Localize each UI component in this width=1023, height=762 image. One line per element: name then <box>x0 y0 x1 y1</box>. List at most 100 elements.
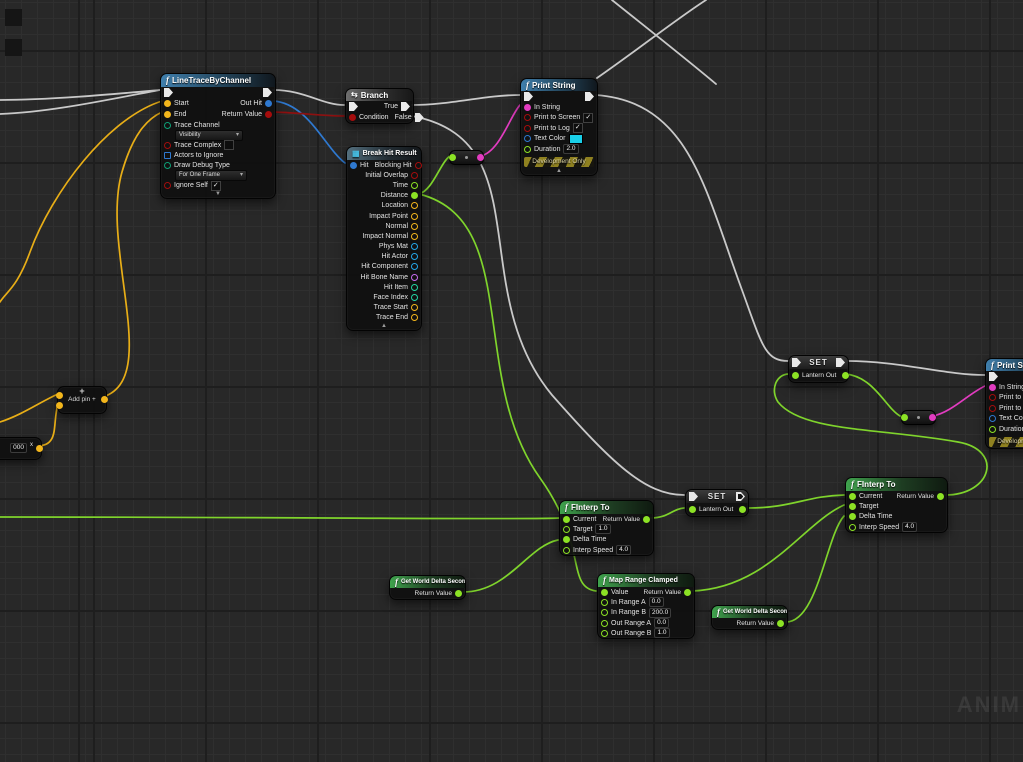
node-branch[interactable]: ⇆ Branch True Condition False <box>345 88 414 124</box>
trace-complex-checkbox[interactable] <box>224 140 234 150</box>
add-output-pin[interactable] <box>101 396 108 403</box>
hit-pin[interactable] <box>350 162 357 169</box>
duration-input[interactable]: 2.0 <box>563 144 578 154</box>
draw-debug-type-pin[interactable] <box>164 162 171 169</box>
interp-speed-pin[interactable] <box>849 524 856 531</box>
node-get-world-delta-seconds-1[interactable]: f Get World Delta Seconds Return Value <box>389 575 466 600</box>
current-pin[interactable] <box>849 493 856 500</box>
ignore-self-checkbox[interactable]: ✓ <box>211 181 221 191</box>
end-pin[interactable] <box>164 111 171 118</box>
target-input[interactable]: 1.0 <box>595 524 610 534</box>
target-pin[interactable] <box>563 526 570 533</box>
lantern-out-out-pin[interactable] <box>739 506 746 513</box>
condition-pin[interactable] <box>349 114 356 121</box>
exec-in-pin[interactable] <box>349 102 358 111</box>
in-range-b-input[interactable]: 200.0 <box>649 608 671 618</box>
hit-bone-name-pin[interactable] <box>411 274 418 281</box>
node-finterp-to-2[interactable]: f FInterp To Current Return Value Target… <box>845 477 948 533</box>
node-break-hit-result[interactable]: ▦ Break Hit Result Hit Blocking Hit Init… <box>346 146 422 331</box>
duration-pin[interactable] <box>989 426 996 433</box>
multiply-value-input[interactable]: 000 <box>10 443 27 453</box>
impact-point-pin[interactable] <box>411 213 418 220</box>
exec-in-pin[interactable] <box>792 358 801 367</box>
node-get-world-delta-seconds-2[interactable]: f Get World Delta Seconds Return Value <box>711 605 788 630</box>
node-line-trace-by-channel[interactable]: f LineTraceByChannel Start Out Hit End R… <box>160 73 276 199</box>
out-range-a-pin[interactable] <box>601 620 608 627</box>
node-print-string-1[interactable]: f Print String In String Print to Screen… <box>520 78 598 176</box>
in-range-b-pin[interactable] <box>601 609 608 616</box>
interp-speed-input[interactable]: 4.0 <box>616 545 631 555</box>
blueprint-graph-canvas[interactable]: f LineTraceByChannel Start Out Hit End R… <box>0 0 1023 762</box>
exec-in-pin[interactable] <box>989 372 998 381</box>
exec-in-pin[interactable] <box>689 492 698 501</box>
text-color-pin[interactable] <box>524 135 531 142</box>
actors-to-ignore-pin[interactable] <box>164 152 171 159</box>
impact-normal-pin[interactable] <box>411 233 418 240</box>
return-value-pin[interactable] <box>777 620 784 627</box>
conversion-in-pin[interactable] <box>449 154 456 161</box>
text-color-pin[interactable] <box>989 415 996 422</box>
exec-out-pin[interactable] <box>736 492 745 501</box>
add-pin-label[interactable]: Add pin + <box>58 396 106 404</box>
in-range-a-pin[interactable] <box>601 599 608 606</box>
start-pin[interactable] <box>164 100 171 107</box>
lantern-out-in-pin[interactable] <box>792 372 799 379</box>
blocking-hit-pin[interactable] <box>415 162 422 169</box>
in-string-pin[interactable] <box>524 104 531 111</box>
exec-out-pin[interactable] <box>263 88 272 97</box>
node-vector-add[interactable]: + Add pin + <box>57 386 107 414</box>
out-range-b-pin[interactable] <box>601 630 608 637</box>
return-value-pin[interactable] <box>643 516 650 523</box>
print-to-log-pin[interactable] <box>524 125 531 132</box>
exec-out-pin[interactable] <box>585 92 594 101</box>
conversion-out-pin[interactable] <box>477 154 484 161</box>
exec-out-pin[interactable] <box>836 358 845 367</box>
true-exec-pin[interactable] <box>401 102 410 111</box>
add-input-a-pin[interactable] <box>56 392 63 399</box>
time-pin[interactable] <box>411 182 418 189</box>
trace-start-pin[interactable] <box>411 304 418 311</box>
current-pin[interactable] <box>563 516 570 523</box>
conversion-out-pin[interactable] <box>929 414 936 421</box>
out-hit-pin[interactable] <box>265 100 272 107</box>
duration-pin[interactable] <box>524 146 531 153</box>
node-to-string-conversion-1[interactable] <box>449 150 484 165</box>
node-set-lantern-out-1[interactable]: SET Lantern Out <box>788 355 849 383</box>
collapse-arrow-icon[interactable]: ▲ <box>521 168 597 175</box>
target-pin[interactable] <box>849 503 856 510</box>
return-value-pin[interactable] <box>684 589 691 596</box>
interp-speed-pin[interactable] <box>563 547 570 554</box>
lantern-out-in-pin[interactable] <box>689 506 696 513</box>
exec-in-pin[interactable] <box>164 88 173 97</box>
print-to-screen-pin[interactable] <box>989 394 996 401</box>
out-range-a-input[interactable]: 0.0 <box>654 618 669 628</box>
initial-overlap-pin[interactable] <box>411 172 418 179</box>
draw-debug-type-dropdown[interactable]: For One Frame ▾ <box>175 170 247 181</box>
node-finterp-to-1[interactable]: f FInterp To Current Return Value Target… <box>559 500 654 556</box>
text-color-swatch[interactable] <box>569 134 583 144</box>
in-range-a-input[interactable]: 0.0 <box>649 597 664 607</box>
return-value-pin[interactable] <box>937 493 944 500</box>
print-to-log-pin[interactable] <box>989 405 996 412</box>
multiply-output-pin[interactable] <box>36 445 43 452</box>
return-value-pin[interactable] <box>265 111 272 118</box>
ignore-self-pin[interactable] <box>164 182 171 189</box>
in-string-pin[interactable] <box>989 384 996 391</box>
trace-channel-pin[interactable] <box>164 122 171 129</box>
interp-speed-input[interactable]: 4.0 <box>902 522 917 532</box>
hit-actor-pin[interactable] <box>411 253 418 260</box>
print-to-screen-checkbox[interactable]: ✓ <box>583 113 593 123</box>
false-exec-pin[interactable] <box>415 113 424 122</box>
face-index-pin[interactable] <box>411 294 418 301</box>
node-print-string-2[interactable]: f Print String In String Print to Screen… <box>985 358 1023 449</box>
trace-channel-dropdown[interactable]: Visibility ▾ <box>175 130 243 141</box>
phys-mat-pin[interactable] <box>411 243 418 250</box>
node-set-lantern-out-2[interactable]: SET Lantern Out <box>685 489 749 517</box>
lantern-out-out-pin[interactable] <box>842 372 849 379</box>
print-to-log-checkbox[interactable]: ✓ <box>573 123 583 133</box>
trace-end-pin[interactable] <box>411 314 418 321</box>
exec-in-pin[interactable] <box>524 92 533 101</box>
location-pin[interactable] <box>411 202 418 209</box>
hit-component-pin[interactable] <box>411 263 418 270</box>
node-to-string-conversion-2[interactable] <box>901 410 936 425</box>
